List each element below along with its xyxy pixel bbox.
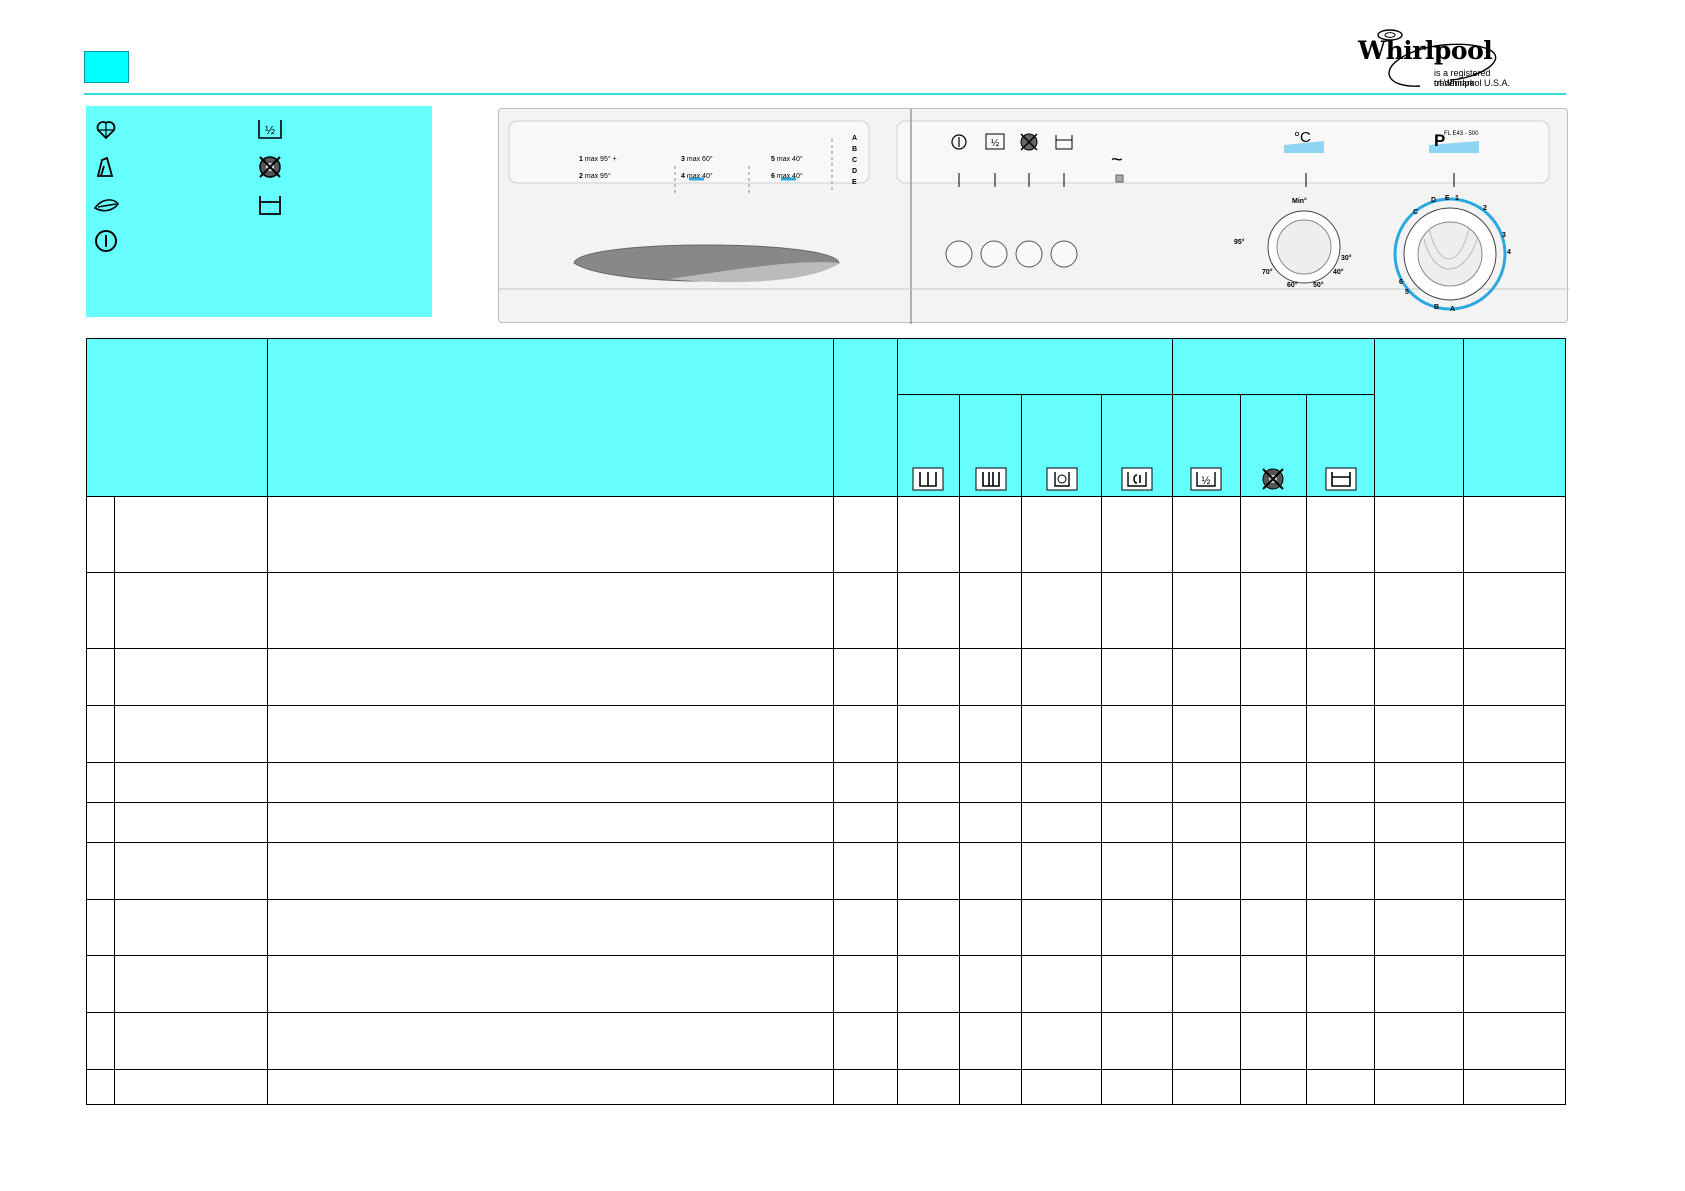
temp-dial-min-label: Min°: [1292, 198, 1307, 205]
temp-dial-70-label: 70°: [1262, 269, 1273, 276]
no-spin-icon: [1262, 468, 1285, 490]
program-3-row: 3 max 60°: [681, 156, 713, 163]
temperature-symbol: °C: [1294, 129, 1311, 146]
svg-text:½: ½: [1202, 475, 1211, 487]
prog-dial-label: A: [1450, 306, 1456, 313]
header-bleach-cell: [1101, 394, 1173, 497]
symbol-legend: ½: [86, 106, 432, 317]
power-icon: [95, 230, 117, 252]
rinse-hold-icon: [259, 196, 281, 215]
rinse-hold-icon: [1325, 467, 1357, 491]
header-duration-cell: [1462, 338, 1567, 497]
table-row: [85, 572, 1567, 649]
half-load-icon: ½: [1190, 467, 1222, 491]
special-programs-list: A B C D E: [852, 135, 858, 186]
temp-dial-30-label: 30°: [1341, 255, 1352, 262]
program-1-row: 1 max 95° +: [579, 156, 617, 163]
prog-dial-label: 6: [1399, 279, 1403, 286]
power-on-indicator-symbol: ~: [1111, 149, 1123, 171]
program-symbol: P: [1434, 131, 1446, 150]
header-main-wash-cell: [958, 394, 1023, 497]
table-row: [85, 1012, 1567, 1070]
temp-dial-40-label: 40°: [1333, 269, 1344, 276]
control-panel: ½ FL E43 - 500 1 max 95° + 2 max 95° 3 m…: [498, 108, 1569, 324]
program-table: ½: [85, 338, 1567, 1105]
header-half-load-cell: ½: [1171, 394, 1241, 497]
temp-dial-60-label: 60°: [1287, 282, 1298, 289]
prog-dial-label: 4: [1507, 249, 1511, 256]
prog-dial-label: 3: [1502, 232, 1506, 239]
table-row: [85, 762, 1567, 803]
header-prewash-cell: [896, 394, 960, 497]
table-row: [85, 842, 1567, 900]
synthetic-icon: [96, 156, 114, 177]
header-rinse-hold-cell: [1306, 394, 1376, 497]
header-softener-cell: [1021, 394, 1103, 497]
prog-dial-label: D: [1431, 197, 1437, 204]
svg-text:½: ½: [265, 123, 275, 137]
program-5-row: 5 max 40°: [771, 156, 803, 163]
temp-dial-50-label: 50°: [1313, 282, 1324, 289]
svg-text:½: ½: [991, 138, 1000, 149]
header-options-group: [1171, 338, 1376, 395]
prewash-icon: [912, 467, 944, 491]
table-row: [85, 648, 1567, 706]
program-6-row: 6 max 40°: [771, 173, 803, 180]
prog-dial-label: 1: [1455, 195, 1459, 202]
header-detergent-group: [896, 338, 1173, 395]
cotton-icon: [96, 121, 116, 140]
bleach-icon: [1121, 467, 1153, 491]
half-load-icon: ½: [258, 120, 282, 139]
table-row: [85, 705, 1567, 763]
page-marker-square: [84, 51, 129, 83]
program-4-row: 4 max 40°: [681, 173, 713, 180]
no-spin-icon: [259, 156, 281, 178]
header-load-cell: [1374, 338, 1464, 497]
model-label: FL E43 - 500: [1444, 131, 1479, 137]
prog-dial-label: 5: [1405, 289, 1409, 296]
prog-dial-label: C: [1413, 209, 1419, 216]
header-program-cell: [86, 338, 268, 497]
logo-wordmark: Whirlpool: [1358, 36, 1493, 65]
program-2-row: 2 max 95°: [579, 173, 611, 180]
header-rule: [84, 93, 1566, 95]
logo-tagline-2: of Whirlpool U.S.A.: [1434, 78, 1511, 88]
table-row: [85, 802, 1567, 843]
softener-icon: [1046, 467, 1078, 491]
header-no-spin-cell: [1239, 394, 1308, 497]
wool-icon: [93, 199, 119, 212]
table-row: [85, 1069, 1567, 1105]
table-row: [85, 496, 1567, 573]
prog-dial-label: B: [1434, 304, 1440, 311]
main-wash-icon: [975, 467, 1006, 491]
whirlpool-logo: Whirlpool is a registered trademark of W…: [1350, 18, 1530, 94]
temp-dial-95-label: 95°: [1234, 239, 1245, 246]
header-description-cell: [266, 338, 834, 497]
prog-dial-label: E: [1445, 195, 1450, 202]
table-row: [85, 955, 1567, 1013]
header-temp-cell: [832, 338, 898, 497]
table-row: [85, 899, 1567, 956]
prog-dial-label: 2: [1483, 205, 1487, 212]
